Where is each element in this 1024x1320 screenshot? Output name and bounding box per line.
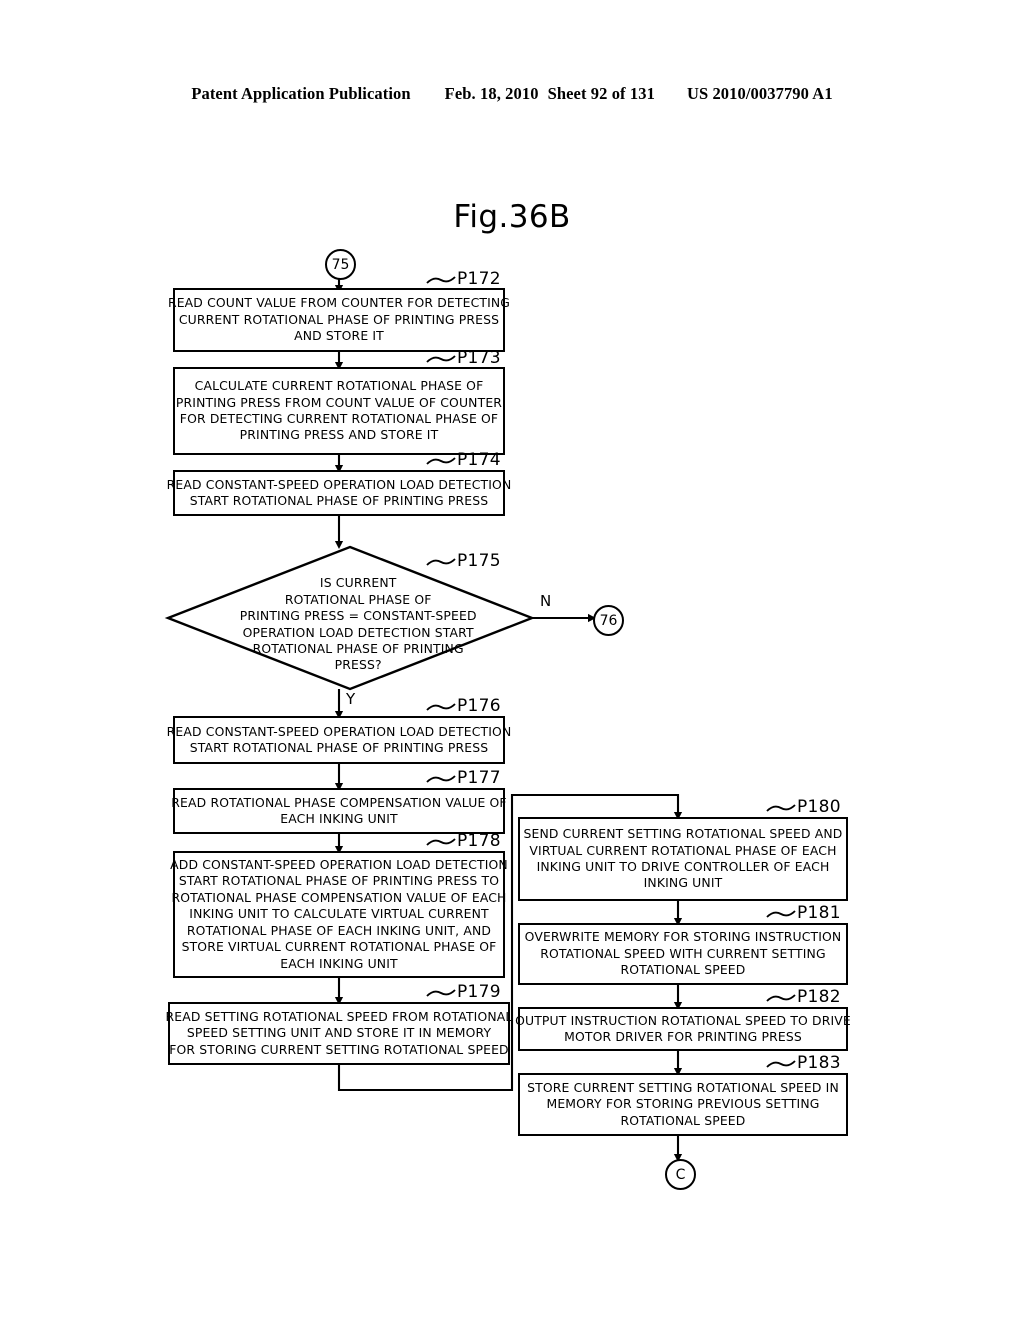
process-node-p178-line-5: ROTATIONAL PHASE OF EACH INKING UNIT, AN…	[186, 922, 492, 938]
process-node-p181-line-3: ROTATIONAL SPEED	[620, 962, 746, 978]
process-node-p172-line-2: CURRENT ROTATIONAL PHASE OF PRINTING PRE…	[178, 311, 500, 327]
process-node-p174-line-2: START ROTATIONAL PHASE OF PRINTING PRESS	[189, 493, 489, 508]
decision-node-p175-line-4: OPERATION LOAD DETECTION START	[242, 624, 474, 640]
process-node-p182: OUTPUT INSTRUCTION ROTATIONAL SPEED TO D…	[515, 1007, 851, 1051]
process-node-p183-line-1: STORE CURRENT SETTING ROTATIONAL SPEED I…	[527, 1079, 839, 1095]
process-node-p178-line-4: INKING UNIT TO CALCULATE VIRTUAL CURRENT	[189, 906, 489, 922]
header-date-label: Feb. 18, 2010	[444, 84, 539, 103]
process-node-p173-line-4: PRINTING PRESS AND STORE IT	[239, 427, 439, 443]
step-tag-p183: P183	[797, 1053, 841, 1073]
branch-label-yes: Y	[346, 690, 356, 708]
process-node-p179-line-3: FOR STORING CURRENT SETTING ROTATIONAL S…	[169, 1041, 509, 1057]
step-tag-p174: P174	[457, 450, 501, 470]
process-node-p180-line-4: INKING UNIT	[643, 875, 723, 891]
process-node-p179-line-2: SPEED SETTING UNIT AND STORE IT IN MEMOR…	[186, 1025, 492, 1041]
connector-circle-exit-76-label: 76	[599, 612, 618, 629]
process-node-p179-line-1: READ SETTING ROTATIONAL SPEED FROM ROTAT…	[165, 1008, 513, 1024]
process-node-p180-line-3: INKING UNIT TO DRIVE CONTROLLER OF EACH	[536, 859, 830, 874]
process-node-p176: READ CONSTANT-SPEED OPERATION LOAD DETEC…	[167, 716, 511, 764]
decision-node-p175-line-5: ROTATIONAL PHASE OF PRINTING	[252, 641, 464, 657]
process-node-p178-line-7: EACH INKING UNIT	[280, 955, 398, 971]
step-tag-p179: P179	[457, 982, 501, 1002]
process-node-p183: STORE CURRENT SETTING ROTATIONAL SPEED I…	[518, 1073, 848, 1136]
process-node-p178-line-1: ADD CONSTANT-SPEED OPERATION LOAD DETECT…	[170, 857, 508, 873]
step-tag-p177: P177	[457, 768, 501, 788]
connector-circle-exit-c: C	[665, 1159, 696, 1190]
process-node-p173: CALCULATE CURRENT ROTATIONAL PHASE OF PR…	[173, 367, 505, 455]
decision-node-p175-line-6: PRESS?	[334, 657, 382, 673]
process-node-p177-line-1: READ ROTATIONAL PHASE COMPENSATION VALUE…	[171, 794, 507, 810]
process-node-p178-line-2: START ROTATIONAL PHASE OF PRINTING PRESS…	[178, 873, 500, 889]
process-node-p172-line-3: AND STORE IT	[294, 328, 384, 344]
header-sheet-label: Sheet 92 of 131	[547, 84, 655, 103]
figure-title: Fig.36B	[453, 199, 571, 235]
decision-node-p175-line-2: ROTATIONAL PHASE OF	[284, 591, 432, 607]
process-node-p174: READ CONSTANT-SPEED OPERATION LOAD DETEC…	[167, 470, 511, 516]
process-node-p173-line-3: FOR DETECTING CURRENT ROTATIONAL PHASE O…	[179, 411, 499, 426]
connector-circle-exit-c-label: C	[675, 1166, 686, 1183]
step-tag-p176: P176	[457, 696, 501, 716]
connector-circle-entry-75: 75	[325, 249, 356, 280]
connector-circle-entry-75-label: 75	[331, 256, 350, 273]
step-tag-p173: P173	[457, 348, 501, 368]
process-node-p177-line-2: EACH INKING UNIT	[280, 811, 398, 826]
decision-node-p175-text: IS CURRENT ROTATIONAL PHASE OF PRINTING …	[168, 559, 532, 690]
process-node-p173-line-1: CALCULATE CURRENT ROTATIONAL PHASE OF	[194, 378, 484, 394]
page-header: Patent Application Publication Feb. 18, …	[0, 84, 1024, 108]
step-tag-p181: P181	[797, 903, 841, 923]
process-node-p180: SEND CURRENT SETTING ROTATIONAL SPEED AN…	[518, 817, 848, 901]
branch-label-no: N	[540, 592, 552, 610]
process-node-p179: READ SETTING ROTATIONAL SPEED FROM ROTAT…	[165, 1002, 513, 1065]
process-node-p172: READ COUNT VALUE FROM COUNTER FOR DETECT…	[168, 288, 510, 352]
step-tag-p178: P178	[457, 831, 501, 851]
process-node-p173-line-2: PRINTING PRESS FROM COUNT VALUE OF COUNT…	[175, 394, 503, 410]
process-node-p178: ADD CONSTANT-SPEED OPERATION LOAD DETECT…	[170, 851, 508, 978]
decision-node-p175-line-3: PRINTING PRESS = CONSTANT-SPEED	[239, 608, 477, 624]
header-publication-label: Patent Application Publication	[191, 84, 411, 103]
process-node-p178-line-3: ROTATIONAL PHASE COMPENSATION VALUE OF E…	[171, 889, 507, 905]
process-node-p181: OVERWRITE MEMORY FOR STORING INSTRUCTION…	[518, 923, 848, 985]
process-node-p181-line-2: ROTATIONAL SPEED WITH CURRENT SETTING	[540, 945, 826, 961]
process-node-p182-line-1: OUTPUT INSTRUCTION ROTATIONAL SPEED TO D…	[515, 1012, 851, 1028]
process-node-p181-line-1: OVERWRITE MEMORY FOR STORING INSTRUCTION	[524, 929, 842, 945]
process-node-p180-line-1: SEND CURRENT SETTING ROTATIONAL SPEED AN…	[523, 826, 843, 842]
process-node-p177: READ ROTATIONAL PHASE COMPENSATION VALUE…	[171, 788, 507, 834]
header-patent-number: US 2010/0037790 A1	[686, 84, 833, 103]
process-node-p178-line-6: STORE VIRTUAL CURRENT ROTATIONAL PHASE O…	[181, 939, 497, 955]
process-node-p176-line-2: START ROTATIONAL PHASE OF PRINTING PRESS	[189, 740, 489, 755]
process-node-p183-line-3: ROTATIONAL SPEED	[620, 1112, 746, 1128]
step-tag-p172: P172	[457, 269, 501, 289]
process-node-p172-line-1: READ COUNT VALUE FROM COUNTER FOR DETECT…	[167, 295, 511, 311]
process-node-p176-line-1: READ CONSTANT-SPEED OPERATION LOAD DETEC…	[166, 723, 512, 739]
process-node-p183-line-2: MEMORY FOR STORING PREVIOUS SETTING	[546, 1096, 820, 1112]
step-tag-p175: P175	[457, 551, 501, 571]
decision-node-p175-line-1: IS CURRENT	[319, 575, 397, 591]
step-tag-p180: P180	[797, 797, 841, 817]
process-node-p174-line-1: READ CONSTANT-SPEED OPERATION LOAD DETEC…	[166, 476, 512, 492]
connector-circle-exit-76: 76	[593, 605, 624, 636]
process-node-p182-line-2: MOTOR DRIVER FOR PRINTING PRESS	[564, 1029, 802, 1044]
process-node-p180-line-2: VIRTUAL CURRENT ROTATIONAL PHASE OF EACH	[529, 842, 837, 858]
step-tag-p182: P182	[797, 987, 841, 1007]
